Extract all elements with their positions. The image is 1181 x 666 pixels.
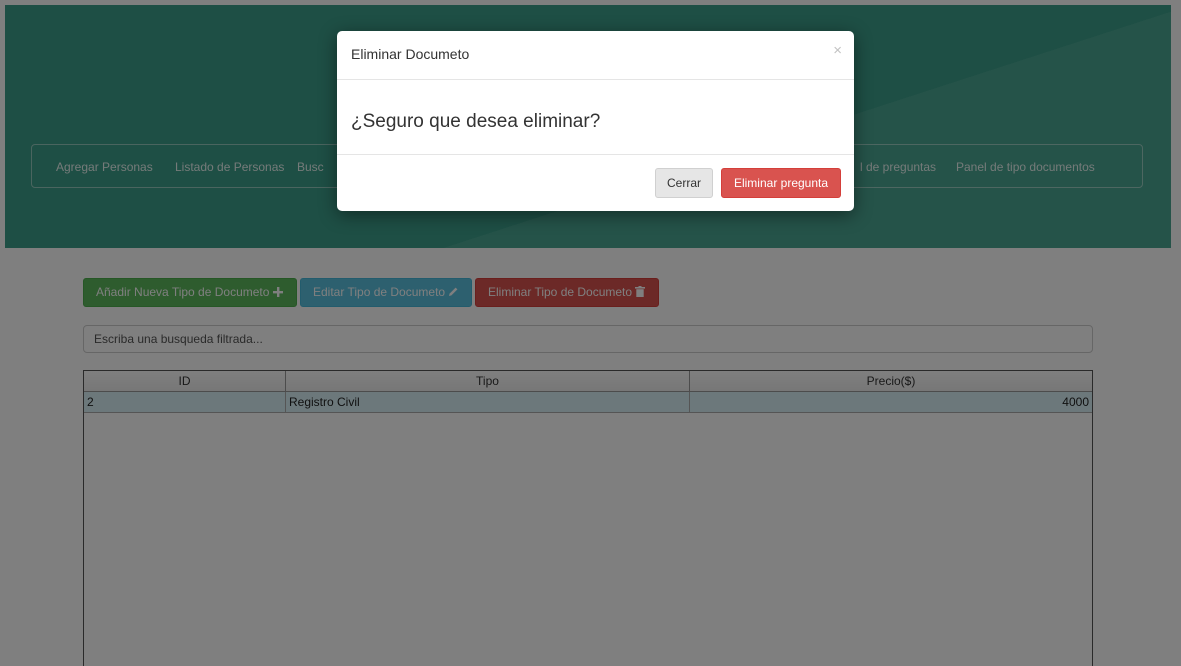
modal-footer: Cerrar Eliminar pregunta	[337, 154, 854, 211]
cancel-button[interactable]: Cerrar	[655, 168, 713, 198]
modal-title: Eliminar Documeto	[351, 46, 470, 62]
modal-header: Eliminar Documeto ×	[337, 31, 854, 80]
confirm-delete-button[interactable]: Eliminar pregunta	[721, 168, 841, 198]
modal-message: ¿Seguro que desea eliminar?	[351, 111, 601, 132]
delete-confirm-dialog: Eliminar Documeto × ¿Seguro que desea el…	[337, 31, 854, 211]
close-icon[interactable]: ×	[833, 43, 842, 58]
